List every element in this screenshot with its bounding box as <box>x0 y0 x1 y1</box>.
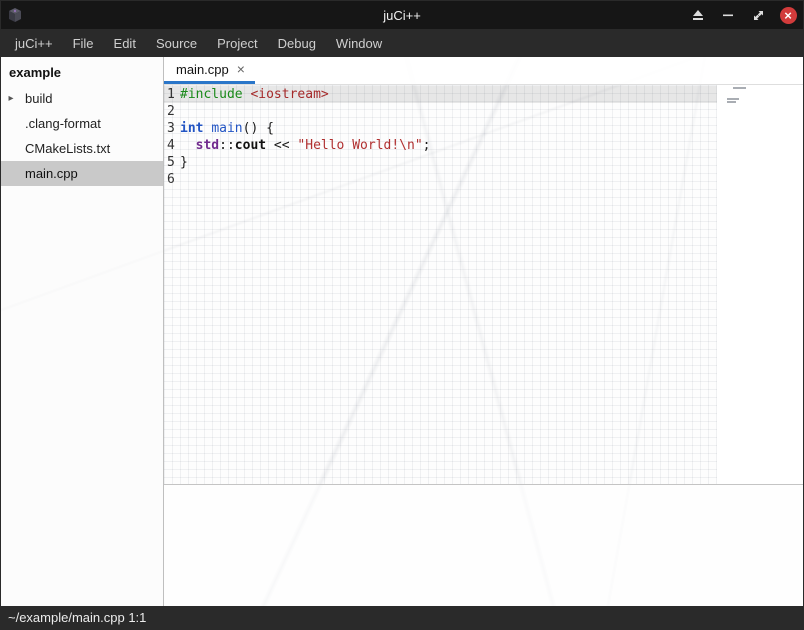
menu-item-edit[interactable]: Edit <box>104 32 146 55</box>
minimize-icon[interactable] <box>713 1 743 29</box>
code-text: #include <iostream> <box>180 86 717 103</box>
tab-label: main.cpp <box>176 62 229 77</box>
sidebar-item-clang-format[interactable]: .clang-format <box>1 111 163 136</box>
sidebar-item-build[interactable]: ▸build <box>1 86 163 111</box>
code-line-5[interactable]: 5} <box>164 154 717 171</box>
line-number: 1 <box>164 86 180 103</box>
line-number: 4 <box>164 137 180 154</box>
minimap-line-mark <box>727 98 739 100</box>
file-name-label: main.cpp <box>1 166 78 181</box>
minimap-line-mark <box>727 101 736 103</box>
menu-item-file[interactable]: File <box>63 32 104 55</box>
menu-item-debug[interactable]: Debug <box>268 32 326 55</box>
code-text <box>180 171 717 188</box>
status-bar: ~/example/main.cpp 1:1 <box>1 606 803 629</box>
code-text: int main() { <box>180 120 717 137</box>
line-number: 3 <box>164 120 180 137</box>
terminal-panel[interactable] <box>164 484 803 606</box>
sidebar-item-main-cpp[interactable]: main.cpp <box>1 161 163 186</box>
file-name-label: CMakeLists.txt <box>1 141 110 156</box>
code-text: std::cout << "Hello World!\n"; <box>180 137 717 154</box>
menu-bar: juCi++FileEditSourceProjectDebugWindow <box>1 29 803 57</box>
expander-arrow-icon[interactable]: ▸ <box>3 93 19 104</box>
menu-item-source[interactable]: Source <box>146 32 207 55</box>
status-file-position: ~/example/main.cpp 1:1 <box>8 610 146 625</box>
source-minimap[interactable] <box>717 85 803 484</box>
minimap-line-mark <box>733 87 746 89</box>
sidebar-item-cmakelists-txt[interactable]: CMakeLists.txt <box>1 136 163 161</box>
line-number: 6 <box>164 171 180 188</box>
tab-bar: main.cpp × <box>164 57 803 85</box>
code-line-2[interactable]: 2 <box>164 103 717 120</box>
close-icon: × <box>780 7 797 24</box>
title-bar: juCi++ × <box>1 1 803 29</box>
code-editor[interactable]: 1#include <iostream>23int main() {4 std:… <box>164 85 717 484</box>
app-window: juCi++ × juCi++FileEditSourc <box>0 0 804 630</box>
project-root-label[interactable]: example <box>1 60 163 86</box>
menu-item-window[interactable]: Window <box>326 32 392 55</box>
code-line-1[interactable]: 1#include <iostream> <box>164 86 717 103</box>
file-tree-sidebar: example ▸build .clang-format CMakeLists.tx… <box>1 57 164 606</box>
menu-item-project[interactable]: Project <box>207 32 267 55</box>
code-line-6[interactable]: 6 <box>164 171 717 188</box>
keep-above-icon[interactable] <box>683 1 713 29</box>
line-number: 2 <box>164 103 180 120</box>
code-text: } <box>180 154 717 171</box>
app-logo-icon <box>7 7 23 23</box>
restore-icon[interactable] <box>743 1 773 29</box>
code-text <box>180 103 717 120</box>
window-controls: × <box>683 1 803 29</box>
main-content: example ▸build .clang-format CMakeLists.tx… <box>1 57 803 606</box>
tab-close-icon[interactable]: × <box>237 62 245 76</box>
menu-item-juci[interactable]: juCi++ <box>5 32 63 55</box>
editor-column: main.cpp × 1#include <iostream>23int main… <box>164 57 803 606</box>
file-name-label: build <box>19 91 52 106</box>
file-tree: ▸build .clang-format CMakeLists.txt main.cp… <box>1 86 163 186</box>
editor: 1#include <iostream>23int main() {4 std:… <box>164 85 803 484</box>
code-line-4[interactable]: 4 std::cout << "Hello World!\n"; <box>164 137 717 154</box>
line-number: 5 <box>164 154 180 171</box>
close-button[interactable]: × <box>773 1 803 29</box>
tab-main-cpp[interactable]: main.cpp × <box>164 57 255 84</box>
file-name-label: .clang-format <box>1 116 101 131</box>
code-line-3[interactable]: 3int main() { <box>164 120 717 137</box>
